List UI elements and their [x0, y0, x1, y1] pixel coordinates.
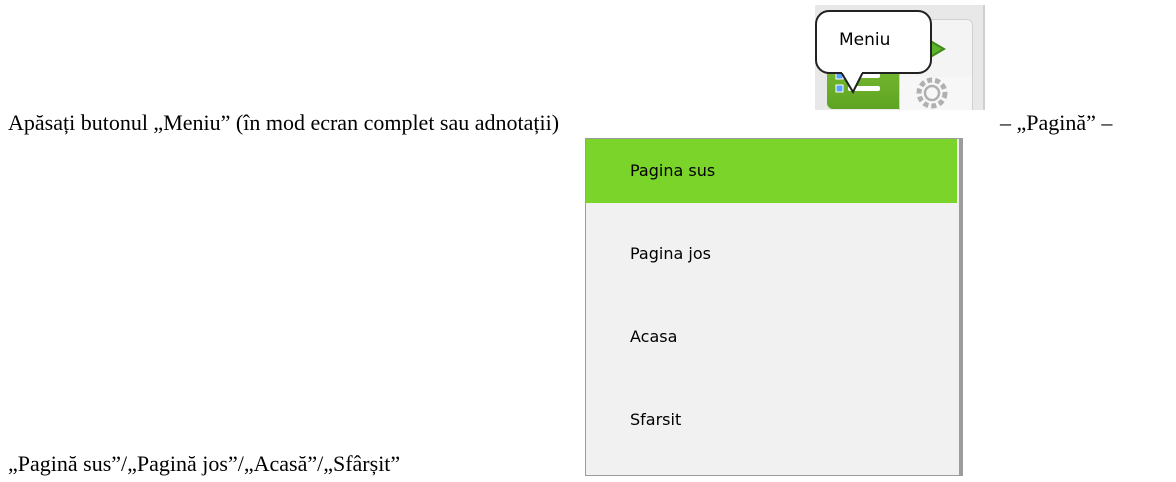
menu-item-pagina-jos[interactable]: Pagina jos — [586, 222, 957, 286]
menu-item-sfarsit[interactable]: Sfarsit — [586, 388, 957, 452]
instruction-line-1-suffix: – „Pagină” – — [1000, 112, 1112, 134]
menu-item-acasa[interactable]: Acasa — [586, 305, 957, 369]
instruction-line-2: „Pagină sus”/„Pagină jos”/„Acasă”/„Sfârș… — [8, 453, 400, 475]
menu-item-pagina-sus[interactable]: Pagina sus — [586, 139, 957, 203]
menu-tooltip: Meniu — [815, 10, 932, 74]
menu-item-label: Sfarsit — [630, 410, 682, 429]
toolbar-screenshot: Meniu — [815, 5, 985, 110]
instruction-line-1: Apăsați butonul „Meniu” (în mod ecran co… — [8, 112, 559, 134]
menu-item-label: Pagina jos — [630, 244, 711, 263]
settings-button[interactable] — [899, 77, 973, 110]
tooltip-tail — [839, 72, 865, 94]
instruction-options-text: „Pagină sus”/„Pagină jos”/„Acasă”/„Sfârș… — [8, 451, 401, 476]
page-dropdown-menu: Pagina sus Pagina jos Acasa Sfarsit — [585, 138, 963, 476]
instruction-text-after: – „Pagină” – — [1000, 110, 1113, 135]
gear-icon — [916, 77, 948, 109]
instruction-text-before: Apăsați butonul „Meniu” (în mod ecran co… — [8, 110, 560, 135]
menu-item-label: Acasa — [630, 327, 678, 346]
menu-item-label: Pagina sus — [630, 161, 716, 180]
tooltip-label: Meniu — [839, 30, 891, 50]
